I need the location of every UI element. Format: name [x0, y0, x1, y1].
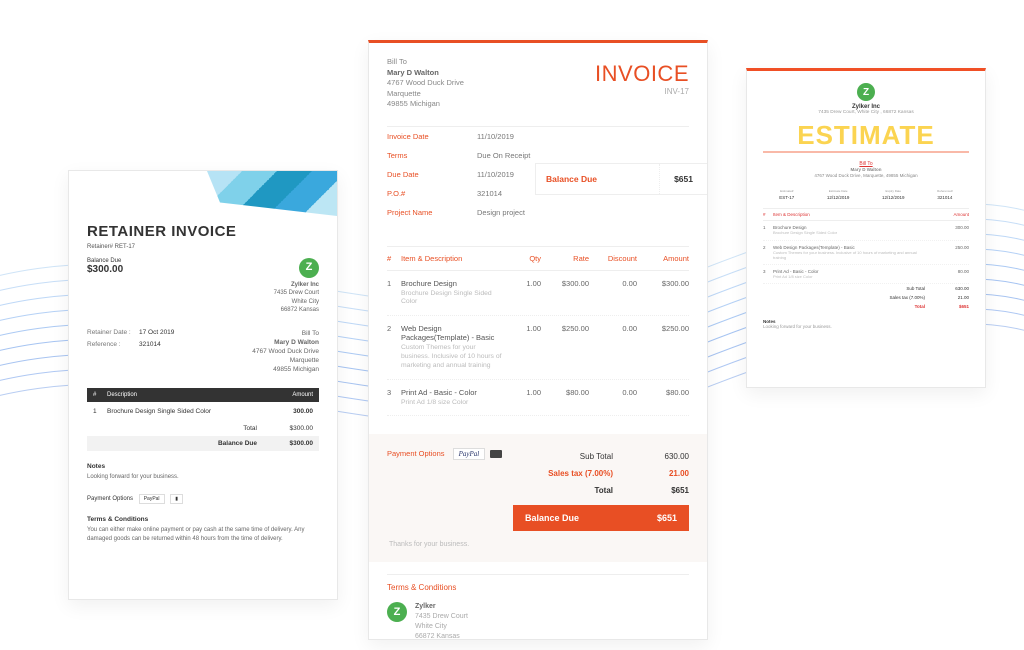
estimate-item-row: 3Print Ad - Basic - ColorPrint Ad 1/8 si…: [763, 265, 969, 284]
retainer-total-row: Total$300.00: [87, 421, 319, 436]
retainer-title: RETAINER INVOICE: [87, 223, 319, 240]
estimate-item-row: 2Web Design Packages(Template) - BasicCu…: [763, 241, 969, 265]
payment-options: Payment Options PayPal: [387, 448, 502, 460]
balance-due-amount: $300.00: [87, 264, 123, 275]
invoice-item-row: 3Print Ad - Basic - ColorPrint Ad 1/8 si…: [387, 380, 689, 417]
card-badge-icon: ▮: [170, 494, 183, 504]
bill-to-addr2: Marquette: [252, 356, 319, 365]
estimate-org-addr: 7435 Drew Court, White City , 66872 Kans…: [763, 110, 969, 116]
notes-block: Notes Looking forward for your business.: [87, 463, 319, 482]
retainer-invoice-card: RETAINER INVOICE Retainer# RET-17 Balanc…: [68, 170, 338, 600]
zylker-logo-icon: Z: [857, 83, 875, 101]
card-badge-icon: [490, 450, 502, 458]
terms-heading: Terms & Conditions: [387, 583, 689, 592]
company-name: Zylker Inc: [291, 282, 319, 288]
estimate-meta: Estimate#EST-17 Estimate Date12/12/2019 …: [763, 189, 969, 200]
company-addr3: 66872 Kansas: [274, 306, 319, 314]
invoice-title: INVOICE: [595, 61, 689, 87]
invoice-item-row: 2Web Design Packages(Template) - BasicCu…: [387, 316, 689, 379]
invoice-item-row: 1Brochure DesignBrochure Design Single S…: [387, 271, 689, 317]
payment-options-block: Payment Options PayPal ▮: [87, 494, 319, 504]
invoice-summary: Payment Options PayPal Sub Total630.00 S…: [369, 434, 707, 562]
bill-to-name: Mary D Walton: [274, 339, 319, 346]
balance-due-box: Balance Due $651: [535, 163, 707, 195]
company-block: Z Zylker Inc 7435 Drew Court White City …: [274, 258, 319, 315]
estimate-card: Z Zylker Inc 7435 Drew Court, White City…: [746, 68, 986, 388]
retainer-balance-row: Balance Due$300.00: [87, 436, 319, 451]
retainer-date-label: Retainer Date :: [87, 329, 139, 336]
company-addr2: White City: [274, 298, 319, 306]
bill-to-heading: Bill To: [252, 329, 319, 338]
balance-due-bar: Balance Due$651: [513, 505, 689, 531]
items-table-head: # Item & Description Qty Rate Discount A…: [387, 246, 689, 271]
company-addr1: 7435 Drew Court: [274, 289, 319, 297]
thanks-note: Thanks for your business.: [389, 541, 689, 548]
estimate-title: ESTIMATE: [763, 120, 969, 151]
reference-label: Reference :: [87, 341, 139, 348]
invoice-footer: Terms & Conditions Z Zylker 7435 Drew Co…: [387, 574, 689, 641]
retainer-ref: Retainer# RET-17: [87, 244, 319, 250]
invoice-card: Bill To Mary D Walton 4767 Wood Duck Dri…: [368, 40, 708, 640]
paypal-badge: PayPal: [139, 494, 165, 504]
red-divider: [763, 151, 969, 153]
zylker-logo-icon: Z: [299, 258, 319, 278]
estimate-item-row: 1Brochure DesignBrochure Design Single S…: [763, 221, 969, 240]
retainer-item-row: 1 Brochure Design Single Sided Color 300…: [87, 402, 319, 421]
org-name: Zylker: [415, 603, 436, 610]
retainer-table-head: # Description Amount: [87, 388, 319, 402]
estimate-table-head: # Item & Description Amount: [763, 208, 969, 221]
invoice-number: INV-17: [595, 87, 689, 96]
terms-block: Terms & Conditions You can either make o…: [87, 516, 319, 544]
zylker-logo-icon: Z: [387, 602, 407, 622]
bill-to-addr1: 4767 Wood Duck Drive: [252, 347, 319, 356]
paypal-badge: PayPal: [453, 448, 486, 460]
estimate-notes: Notes Looking forward for your business.: [763, 319, 969, 329]
reference-value: 321014: [139, 341, 161, 348]
bill-to-addr3: 49855 Michigan: [252, 365, 319, 374]
retainer-date-value: 17 Oct 2019: [139, 329, 174, 336]
